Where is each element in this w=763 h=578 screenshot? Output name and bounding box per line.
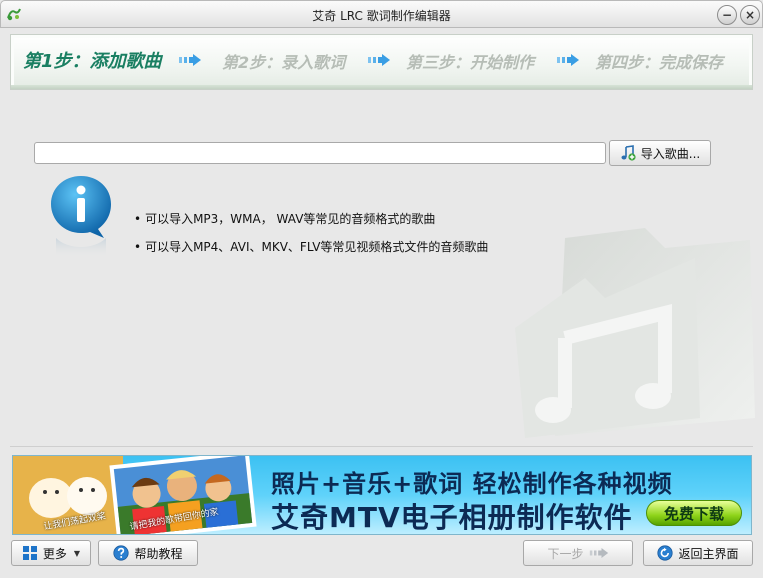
- step-1: 第1步：添加歌曲: [23, 51, 162, 72]
- minimize-button[interactable]: −: [717, 5, 737, 25]
- help-label: 帮助教程: [134, 546, 183, 561]
- step-3: 第三步：开始制作: [406, 53, 535, 72]
- more-label: 更多: [42, 546, 67, 561]
- info-icon: [51, 176, 111, 258]
- import-song-button[interactable]: 导入歌曲...: [609, 140, 711, 166]
- format-tips: 可以导入MP3，WMA， WAV等常见的音频格式的歌曲 可以导入MP4、AVI、…: [134, 210, 488, 266]
- steps-underline: [11, 85, 752, 89]
- step-arrow-icon: [368, 54, 390, 66]
- more-button[interactable]: 更多 ▼: [11, 540, 91, 566]
- tip-audio-formats: 可以导入MP3，WMA， WAV等常见的音频格式的歌曲: [134, 210, 488, 238]
- tip-video-formats: 可以导入MP4、AVI、MKV、FLV等常见视频格式文件的音频歌曲: [134, 238, 488, 266]
- ad-product-name: 艾奇MTV电子相册制作软件: [271, 501, 633, 534]
- step-arrow-icon: [557, 54, 579, 66]
- title-bar: 艾奇 LRC 歌词制作编辑器 − ×: [0, 0, 763, 28]
- free-download-button[interactable]: 免费下载: [646, 500, 742, 526]
- music-folder-watermark-icon: [515, 228, 755, 438]
- return-home-button[interactable]: 返回主界面: [643, 540, 753, 566]
- window-title: 艾奇 LRC 歌词制作编辑器: [312, 9, 451, 23]
- minimize-icon: −: [721, 8, 733, 22]
- steps-banner: 第1步：添加歌曲 第2步：录入歌词 第三步：开始制作 第四步：完成保存: [10, 34, 753, 90]
- step-arrow-icon: [179, 54, 201, 66]
- return-home-label: 返回主界面: [678, 546, 739, 561]
- import-song-label: 导入歌曲...: [640, 146, 701, 161]
- next-step-label: 下一步: [547, 546, 584, 561]
- music-add-icon: [621, 145, 636, 161]
- help-icon: [113, 545, 130, 561]
- ad-headline: 照片+音乐+歌词 轻松制作各种视频: [271, 470, 673, 498]
- ad-banner[interactable]: 让我们荡起双桨 请把我的歌带回你的家 照片+音乐+歌词 轻松制作各种视频 艾奇M…: [12, 455, 752, 535]
- windows-grid-icon: [22, 546, 37, 560]
- step-2: 第2步：录入歌词: [222, 53, 346, 72]
- help-tutorial-button[interactable]: 帮助教程: [98, 540, 198, 566]
- caret-down-icon: ▼: [73, 548, 81, 558]
- song-path-input[interactable]: [34, 142, 606, 164]
- close-icon: ×: [744, 8, 756, 22]
- step-4: 第四步：完成保存: [595, 53, 724, 72]
- next-step-button[interactable]: 下一步: [523, 540, 633, 566]
- next-arrow-icon: [589, 548, 608, 558]
- return-icon: [657, 545, 674, 561]
- close-button[interactable]: ×: [740, 5, 760, 25]
- divider: [10, 446, 753, 447]
